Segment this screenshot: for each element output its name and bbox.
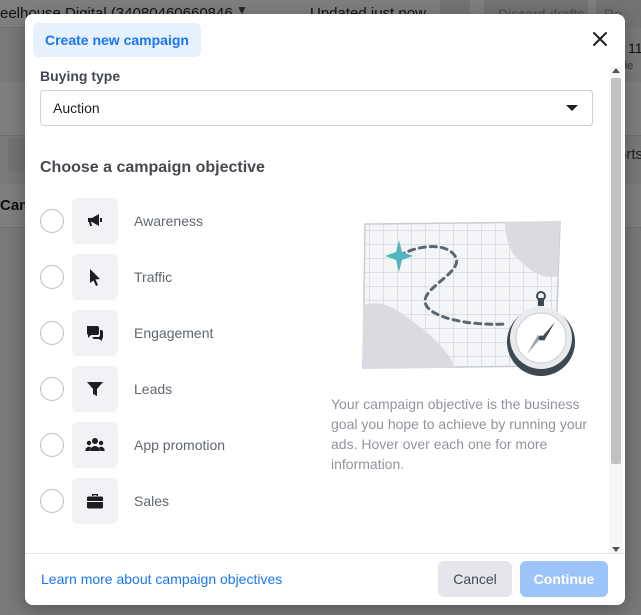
- megaphone-icon: [72, 198, 118, 244]
- create-campaign-dialog: Create new campaign Buying type Auction …: [25, 14, 625, 605]
- continue-button[interactable]: Continue: [520, 561, 608, 597]
- scroll-down-arrow-icon[interactable]: [612, 547, 620, 552]
- cursor-icon: [72, 254, 118, 300]
- buying-type-select[interactable]: Auction: [40, 90, 593, 126]
- objective-option-engagement[interactable]: Engagement: [40, 310, 300, 356]
- objective-label: Leads: [134, 381, 173, 397]
- briefcase-icon: [72, 478, 118, 524]
- radio-button[interactable]: [40, 265, 64, 289]
- objective-label: Traffic: [134, 269, 173, 285]
- objective-option-sales[interactable]: Sales: [40, 478, 300, 524]
- dialog-footer: Learn more about campaign objectives Can…: [25, 553, 625, 605]
- radio-button[interactable]: [40, 321, 64, 345]
- close-button[interactable]: [589, 28, 611, 50]
- learn-more-link[interactable]: Learn more about campaign objectives: [41, 571, 282, 587]
- scroll-up-arrow-icon[interactable]: [612, 68, 620, 73]
- objective-label: Sales: [134, 493, 170, 509]
- buying-type-value: Auction: [53, 100, 100, 116]
- dialog-scrollbar[interactable]: [609, 66, 623, 554]
- objective-description: Your campaign objective is the business …: [331, 396, 588, 472]
- map-compass-illustration: [355, 216, 575, 386]
- dialog-title-tab: Create new campaign: [33, 23, 201, 57]
- caret-down-icon: [566, 105, 578, 111]
- chat-bubbles-icon: [72, 310, 118, 356]
- objective-label: Awareness: [134, 213, 204, 229]
- cancel-button[interactable]: Cancel: [438, 561, 512, 597]
- radio-button[interactable]: [40, 209, 64, 233]
- radio-button[interactable]: [40, 433, 64, 457]
- people-icon: [72, 422, 118, 468]
- funnel-icon: [72, 366, 118, 412]
- objective-option-leads[interactable]: Leads: [40, 366, 300, 412]
- objective-label: Engagement: [134, 325, 214, 341]
- buying-type-label: Buying type: [40, 68, 121, 84]
- scroll-thumb[interactable]: [611, 78, 621, 464]
- radio-button[interactable]: [40, 377, 64, 401]
- objective-option-traffic[interactable]: Traffic: [40, 254, 300, 300]
- objective-option-app-promotion[interactable]: App promotion: [40, 422, 300, 468]
- close-icon: [593, 32, 607, 46]
- objective-option-awareness[interactable]: Awareness: [40, 198, 300, 244]
- objective-section-title: Choose a campaign objective: [40, 159, 265, 176]
- radio-button[interactable]: [40, 489, 64, 513]
- objective-label: App promotion: [134, 437, 226, 453]
